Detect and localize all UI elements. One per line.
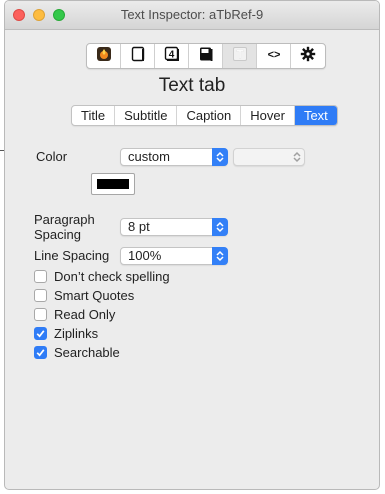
color-popup[interactable]: custom bbox=[120, 148, 228, 166]
toolbar-button-note-dark[interactable] bbox=[189, 44, 223, 68]
tab-hover[interactable]: Hover bbox=[241, 106, 295, 125]
popup-stepper-icon bbox=[212, 218, 228, 236]
checkmark-icon bbox=[36, 349, 45, 357]
popup-stepper-icon bbox=[289, 148, 305, 166]
checkbox[interactable] bbox=[34, 346, 47, 359]
checkbox-row-read-only[interactable]: Read Only bbox=[34, 307, 115, 322]
checkbox-row-ziplinks[interactable]: Ziplinks bbox=[34, 326, 98, 341]
toolbar-button-settings[interactable] bbox=[291, 44, 325, 68]
paragraph-spacing-label: Paragraph Spacing bbox=[34, 212, 95, 242]
paragraph-spacing-popup[interactable]: 8 pt bbox=[120, 218, 228, 236]
text-t-icon: T bbox=[232, 46, 248, 67]
checkmark-icon bbox=[36, 330, 45, 338]
paragraph-spacing-label-line2: Spacing bbox=[34, 227, 81, 242]
paragraph-spacing-value: 8 pt bbox=[128, 219, 150, 234]
popup-stepper-icon bbox=[212, 148, 228, 166]
inspector-toolbar: 4 T <> bbox=[86, 43, 326, 69]
checkbox-row-searchable[interactable]: Searchable bbox=[34, 345, 120, 360]
note-icon bbox=[130, 46, 146, 67]
color-swatch-icon bbox=[96, 46, 112, 67]
color-swatch-well[interactable] bbox=[91, 173, 135, 195]
tab-bar: Title Subtitle Caption Hover Text bbox=[71, 105, 338, 126]
svg-text:<>: <> bbox=[267, 49, 280, 61]
tab-title[interactable]: Title bbox=[72, 106, 116, 125]
title-bar: Text Inspector: aTbRef-9 bbox=[5, 1, 379, 30]
toolbar-button-code[interactable]: <> bbox=[257, 44, 291, 68]
checkbox[interactable] bbox=[34, 327, 47, 340]
color-swatch-fill bbox=[97, 179, 129, 189]
toolbar-button-appearance[interactable] bbox=[87, 44, 121, 68]
pane-heading: Text tab bbox=[158, 75, 226, 96]
color-label: Color bbox=[36, 149, 68, 164]
line-spacing-value: 100% bbox=[128, 248, 162, 263]
color-secondary-popup[interactable] bbox=[233, 148, 305, 166]
toolbar-button-text[interactable]: T bbox=[223, 44, 257, 68]
toolbar-button-general[interactable] bbox=[121, 44, 155, 68]
gear-icon bbox=[300, 46, 316, 67]
color-popup-value: custom bbox=[128, 149, 170, 164]
code-brackets-icon: <> bbox=[265, 46, 283, 67]
paragraph-spacing-label-line1: Paragraph bbox=[34, 212, 95, 227]
tab-caption[interactable]: Caption bbox=[177, 106, 242, 125]
checkbox[interactable] bbox=[34, 308, 47, 321]
toolbar-button-properties[interactable]: 4 bbox=[155, 44, 189, 68]
tab-text[interactable]: Text bbox=[294, 106, 337, 125]
line-spacing-label: Line Spacing bbox=[34, 248, 110, 263]
popup-stepper-icon bbox=[212, 247, 228, 265]
checkbox-label: Read Only bbox=[54, 307, 116, 322]
window-title: Text Inspector: aTbRef-9 bbox=[120, 7, 264, 22]
checkbox-row-smart-quotes[interactable]: Smart Quotes bbox=[34, 288, 134, 303]
checkbox-label: Don’t check spelling bbox=[54, 269, 170, 284]
dark-note-icon bbox=[198, 46, 214, 67]
number-key-icon: 4 bbox=[164, 46, 180, 67]
inspector-window: Text Inspector: aTbRef-9 4 T <> Text tab… bbox=[4, 0, 380, 490]
line-spacing-popup[interactable]: 100% bbox=[120, 247, 228, 265]
checkbox[interactable] bbox=[34, 289, 47, 302]
checkbox-row-dont-check-spelling[interactable]: Don’t check spelling bbox=[34, 269, 170, 284]
checkbox-label: Ziplinks bbox=[54, 326, 99, 341]
checkbox-label: Searchable bbox=[54, 345, 120, 360]
tab-subtitle[interactable]: Subtitle bbox=[115, 106, 178, 125]
svg-text:T: T bbox=[236, 47, 244, 61]
checkbox[interactable] bbox=[34, 270, 47, 283]
checkbox-label: Smart Quotes bbox=[54, 288, 135, 303]
svg-text:4: 4 bbox=[168, 49, 174, 60]
